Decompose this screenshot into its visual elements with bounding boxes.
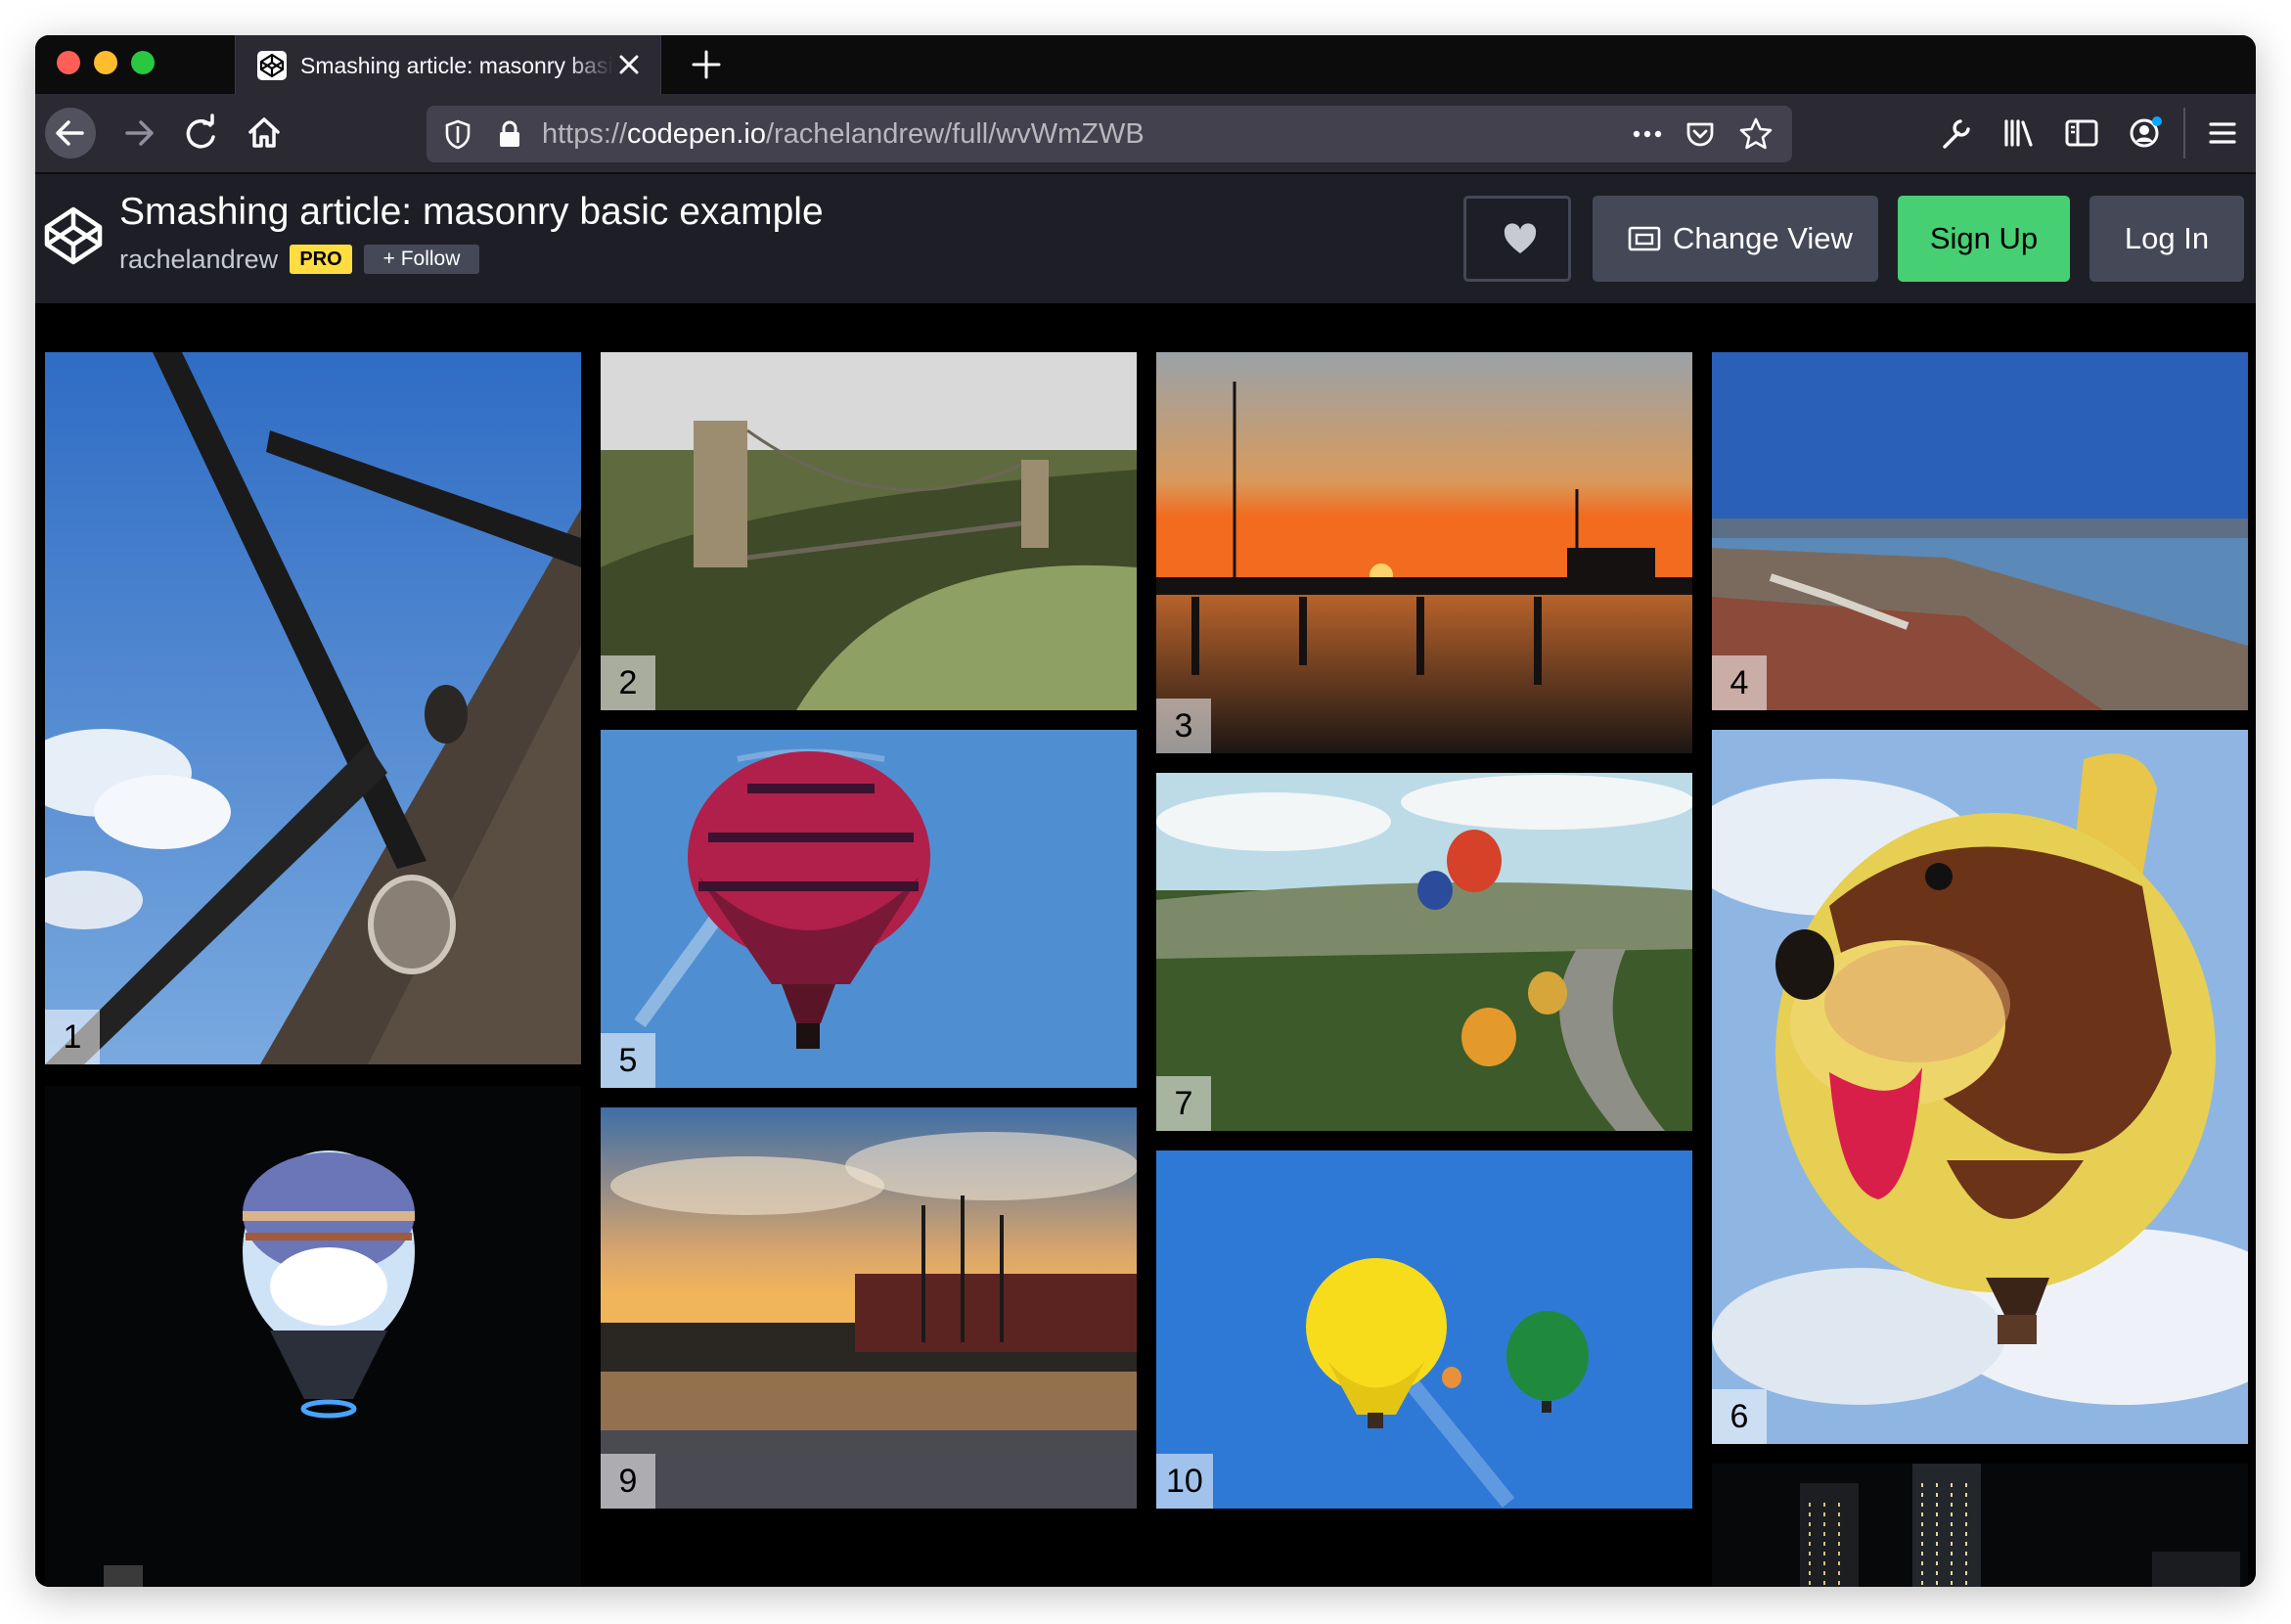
home-icon[interactable] [239, 108, 290, 158]
gallery-item-tall-ship: 9 [601, 1107, 1137, 1509]
red-balloon-image [601, 730, 1137, 1088]
toolbar-separator [2183, 108, 2185, 158]
lock-icon[interactable] [495, 118, 524, 150]
windmill-image [45, 352, 581, 1064]
dog-balloon-image [1712, 730, 2248, 1444]
item-number: 4 [1712, 655, 1767, 710]
masonry-gallery: 1 2 5 9 3 7 10 4 6 [35, 303, 2256, 1587]
follow-button[interactable]: + Follow [364, 245, 479, 274]
pro-badge: PRO [290, 245, 352, 274]
codepen-logo-icon[interactable] [41, 203, 106, 268]
tab-bar: Smashing article: masonry basic example [35, 35, 2256, 94]
minimize-window-button[interactable] [94, 51, 117, 74]
author-link[interactable]: rachelandrew [119, 243, 278, 276]
item-number: 7 [1156, 1076, 1211, 1131]
pocket-icon[interactable] [1683, 116, 1718, 152]
zoom-window-button[interactable] [131, 51, 155, 74]
change-view-label: Change View [1673, 221, 1853, 255]
new-tab-icon[interactable] [689, 47, 724, 82]
developer-tools-wrench-icon[interactable] [1937, 113, 1976, 153]
bridge-image [601, 352, 1137, 710]
codepen-header: Smashing article: masonry basic example … [35, 174, 2256, 303]
close-tab-icon[interactable] [613, 49, 645, 80]
gallery-item-night-balloon [45, 1086, 581, 1587]
city-river-image [1712, 352, 2248, 710]
gallery-item-red-balloon: 5 [601, 730, 1137, 1088]
city-night-image [1712, 1464, 2248, 1587]
love-button[interactable] [1463, 196, 1571, 282]
log-in-button[interactable]: Log In [2089, 196, 2244, 282]
tab-title: Smashing article: masonry basic example [300, 53, 613, 78]
tall-ship-image [601, 1107, 1137, 1509]
tab-active[interactable]: Smashing article: masonry basic example [235, 35, 661, 94]
bookmark-star-icon[interactable] [1737, 115, 1774, 153]
gallery-item-city-river: 4 [1712, 352, 2248, 710]
account-icon[interactable] [2125, 112, 2168, 155]
gallery-item-dog-balloon: 6 [1712, 730, 2248, 1444]
gallery-item-yellow-green-balloons: 10 [1156, 1150, 1692, 1509]
back-button[interactable] [45, 108, 96, 158]
gallery-item-city-night [1712, 1464, 2248, 1587]
gallery-item-bridge: 2 [601, 352, 1137, 710]
item-number: 3 [1156, 699, 1211, 753]
window-icon [1628, 225, 1661, 252]
browser-window: Smashing article: masonry basic example [35, 35, 2256, 1587]
reload-icon[interactable] [176, 108, 227, 158]
item-number: 5 [601, 1033, 655, 1088]
night-balloon-image [45, 1086, 581, 1587]
marina-sunset-image [1156, 352, 1692, 753]
balloon-valley-image [1156, 773, 1692, 1131]
close-window-button[interactable] [57, 51, 80, 74]
gallery-item-windmill: 1 [45, 352, 581, 1064]
item-number: 2 [601, 655, 655, 710]
library-icon[interactable] [1999, 113, 2039, 153]
change-view-button[interactable]: Change View [1593, 196, 1878, 282]
item-number: 10 [1156, 1454, 1213, 1509]
forward-icon[interactable] [113, 108, 164, 158]
hamburger-menu-icon[interactable] [2203, 113, 2242, 153]
codepen-favicon-icon [257, 51, 287, 80]
url-bar[interactable]: https://codepen.io/rachelandrew/full/wvW… [427, 106, 1792, 162]
sign-up-button[interactable]: Sign Up [1898, 196, 2070, 282]
pen-title: Smashing article: masonry basic example [119, 191, 824, 233]
nav-toolbar: https://codepen.io/rachelandrew/full/wvW… [35, 94, 2256, 174]
gallery-item-balloon-valley: 7 [1156, 773, 1692, 1131]
item-number: 1 [45, 1010, 100, 1064]
yellow-green-balloons-image [1156, 1150, 1692, 1509]
url-text[interactable]: https://codepen.io/rachelandrew/full/wvW… [542, 117, 1145, 151]
sidebar-icon[interactable] [2062, 113, 2101, 153]
item-number: 6 [1712, 1389, 1767, 1444]
page-actions-more-icon[interactable] [1630, 117, 1665, 151]
gallery-item-marina-sunset: 3 [1156, 352, 1692, 753]
heart-icon [1503, 223, 1538, 256]
tracking-protection-shield-icon[interactable] [440, 116, 475, 152]
item-number: 9 [601, 1454, 655, 1509]
